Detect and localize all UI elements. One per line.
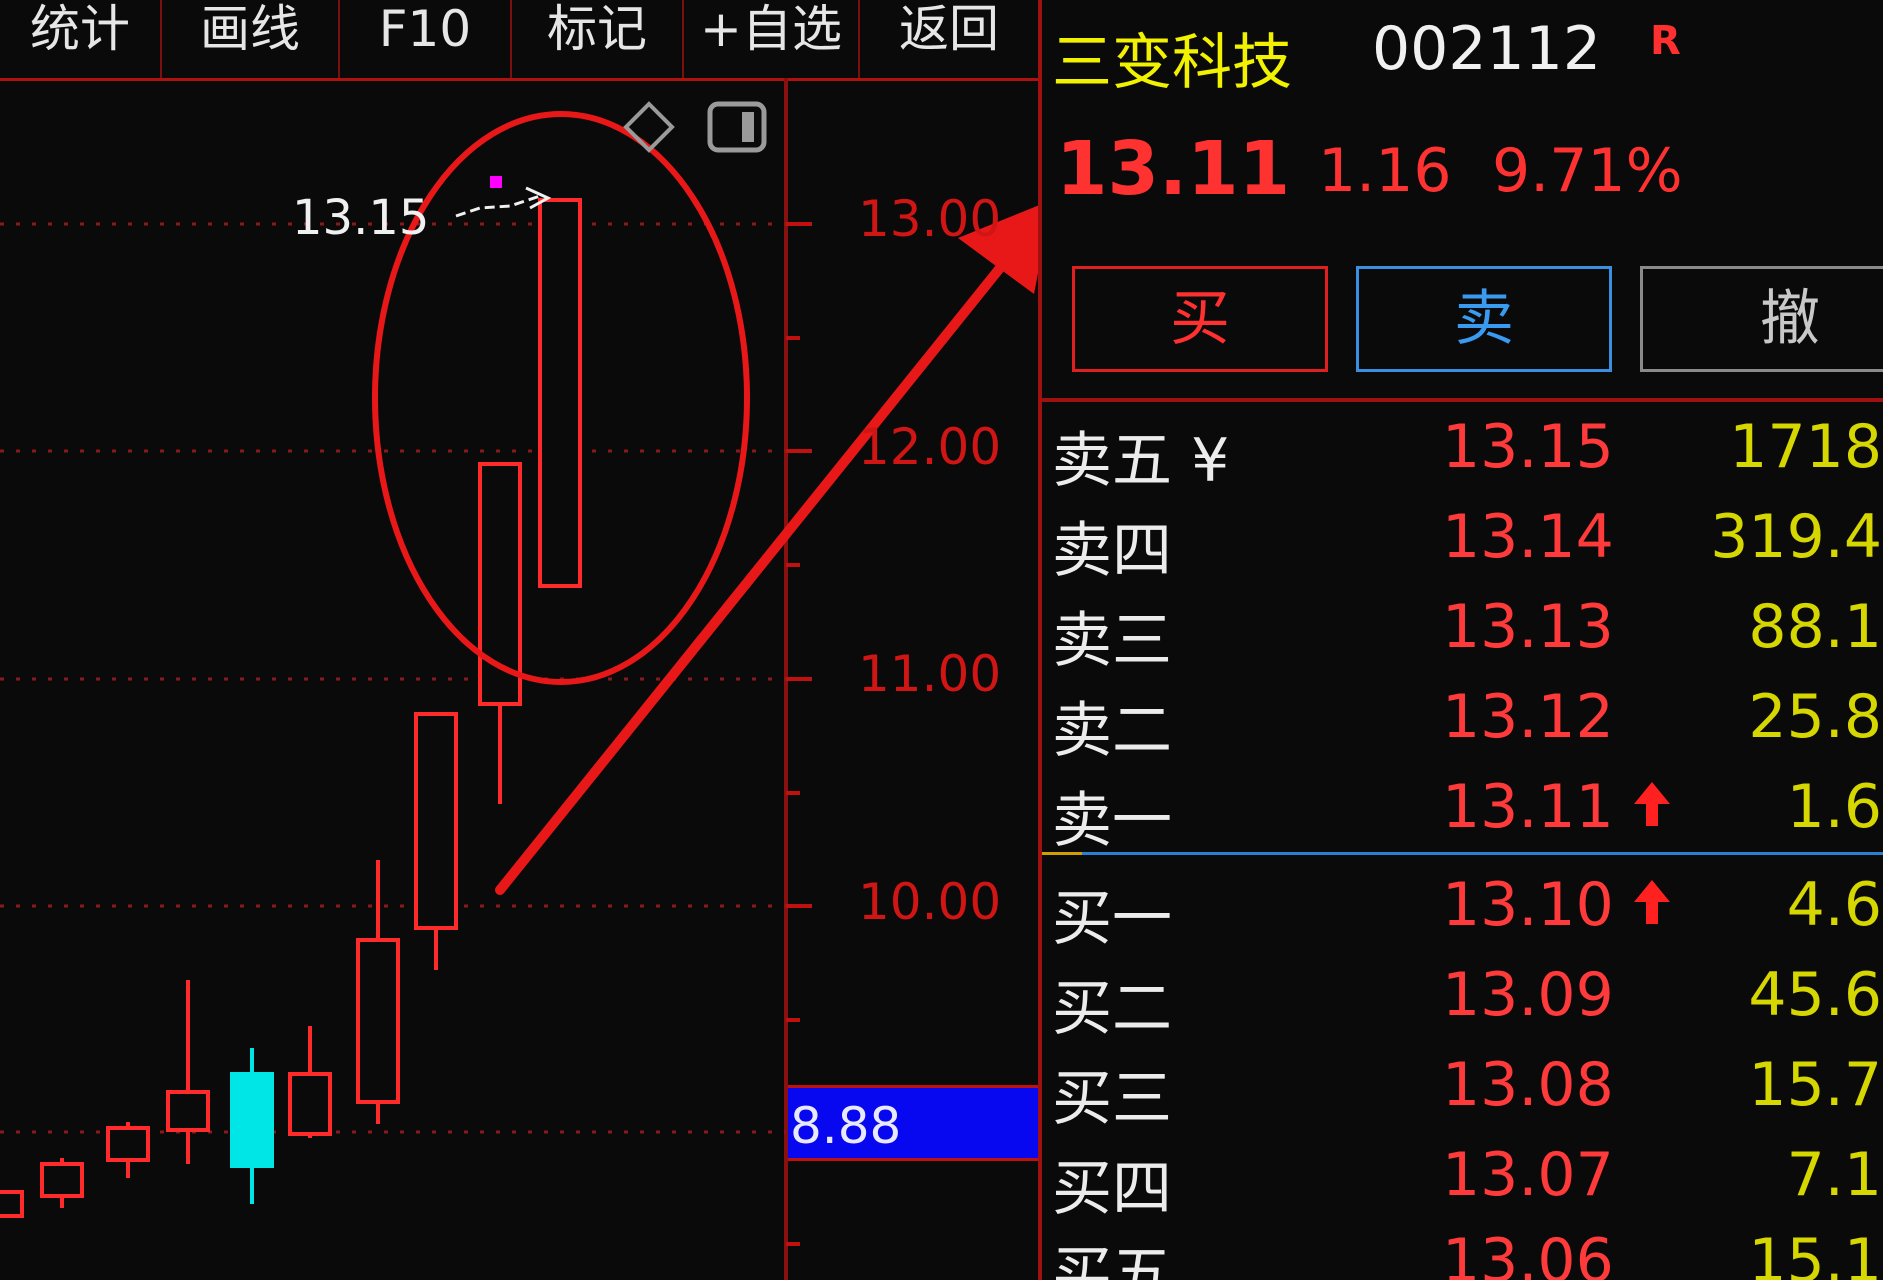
stock-name: 三变科技 [1052,28,1292,98]
chart-toolbar: 统计 画线 F10 标记 +自选 返回 [0,0,1038,81]
bid-level-label: 买四 [1052,1154,1172,1224]
high-marker-dot [490,176,502,188]
bid-price: 13.07 [1442,1140,1614,1210]
ask-price: 13.14 [1442,502,1614,572]
bid-price: 13.10 [1442,870,1614,940]
bid-level-label: 买五 [1052,1240,1172,1280]
current-price-tag: 8.88 [788,1085,1038,1161]
ask-volume: 88.1 [1748,592,1882,662]
toolbar-draw-line-button[interactable]: 画线 [162,0,340,78]
bid-volume: 7.1 [1786,1140,1882,1210]
candle [414,712,458,930]
bid-level-label: 买一 [1052,884,1172,954]
price-change-percent: 9.71% [1492,136,1683,206]
bid-volume: 4.6 [1786,870,1882,940]
panel-toggle-icon[interactable] [706,100,768,154]
orderbook-ask-row[interactable]: 卖二 13.12 25.8 [1042,682,1883,772]
ask-level-label: 卖四 [1052,516,1172,586]
candle [0,1190,24,1218]
toolbar-back-button[interactable]: 返回 [860,0,1038,78]
price-up-arrow-icon [1634,880,1670,924]
orderbook-top-divider [1042,398,1883,402]
ask-price: 13.15 [1442,412,1614,482]
axis-tick-label: 13.00 [858,190,1002,248]
axis-tick-label: 12.00 [858,418,1002,476]
candle [106,1126,150,1162]
candles [0,198,582,1218]
ask-level-label: 卖二 [1052,696,1172,766]
orderbook-spread-marker [1042,852,1082,855]
orderbook-ask-row[interactable]: 卖五 ¥ 13.15 1718 [1042,412,1883,502]
candle [166,1090,210,1132]
bid-volume: 15.1 [1748,1226,1882,1280]
ask-price: 13.11 [1442,772,1614,842]
ask-level-label: 卖五 ¥ [1052,426,1230,496]
candle-down [230,1072,274,1168]
bid-price: 13.08 [1442,1050,1614,1120]
ask-level-label: 卖三 [1052,606,1172,676]
orderbook-bid-row[interactable]: 买一 13.10 4.6 [1042,870,1883,960]
ask-price: 13.12 [1442,682,1614,752]
bid-price: 13.09 [1442,960,1614,1030]
orderbook-ask-row[interactable]: 卖四 13.14 319.4 [1042,502,1883,592]
price-up-arrow-icon [1634,782,1670,826]
last-price: 13.11 [1056,126,1291,212]
draw-tool-diamond-icon[interactable] [622,100,676,154]
ask-price: 13.13 [1442,592,1614,662]
orderbook-bid-row[interactable]: 买五 13.06 15.1 [1042,1226,1883,1280]
sell-button[interactable]: 卖 [1356,266,1612,372]
ask-volume: 1.6 [1786,772,1882,842]
price-change: 1.16 [1318,136,1452,206]
toolbar-stats-button[interactable]: 统计 [0,0,162,78]
axis-tick-label: 11.00 [858,645,1002,703]
candle [40,1162,84,1198]
buy-button[interactable]: 买 [1072,266,1328,372]
ask-volume: 25.8 [1748,682,1882,752]
ask-volume: 319.4 [1710,502,1882,572]
high-leader-line [455,194,541,218]
ask-volume: 1718 [1729,412,1882,482]
candle [288,1072,332,1136]
orderbook-spread-divider [1042,852,1883,855]
orderbook-bid-row[interactable]: 买二 13.09 45.6 [1042,960,1883,1050]
toolbar-f10-button[interactable]: F10 [340,0,512,78]
toolbar-add-watchlist-button[interactable]: +自选 [684,0,860,78]
cancel-order-button[interactable]: 撤 [1640,266,1883,372]
bid-level-label: 买二 [1052,974,1172,1044]
candle [356,938,400,1104]
orderbook-ask-row[interactable]: 卖三 13.13 88.1 [1042,592,1883,682]
stock-flag: R [1650,18,1681,64]
toolbar-mark-button[interactable]: 标记 [512,0,684,78]
bid-volume: 45.6 [1748,960,1882,1030]
bid-volume: 15.7 [1748,1050,1882,1120]
ask-level-label: 卖一 [1052,786,1172,856]
bid-price: 13.06 [1442,1226,1614,1280]
bid-level-label: 买三 [1052,1064,1172,1134]
candle [538,198,582,588]
orderbook-bid-row[interactable]: 买三 13.08 15.7 [1042,1050,1883,1140]
trading-screen: 统计 画线 F10 标记 +自选 返回 13.15 13.00 12.00 11… [0,0,1883,1280]
orderbook-bid-row[interactable]: 买四 13.07 7.1 [1042,1140,1883,1230]
quote-panel: 三变科技 002112 R 13.11 1.16 9.71% 买 卖 撤 卖五 … [1042,0,1883,1280]
axis-tick-label: 10.00 [858,873,1002,931]
stock-code: 002112 [1372,14,1602,84]
orderbook-ask-row[interactable]: 卖一 13.11 1.6 [1042,772,1883,862]
chart-high-label: 13.15 [292,190,430,246]
